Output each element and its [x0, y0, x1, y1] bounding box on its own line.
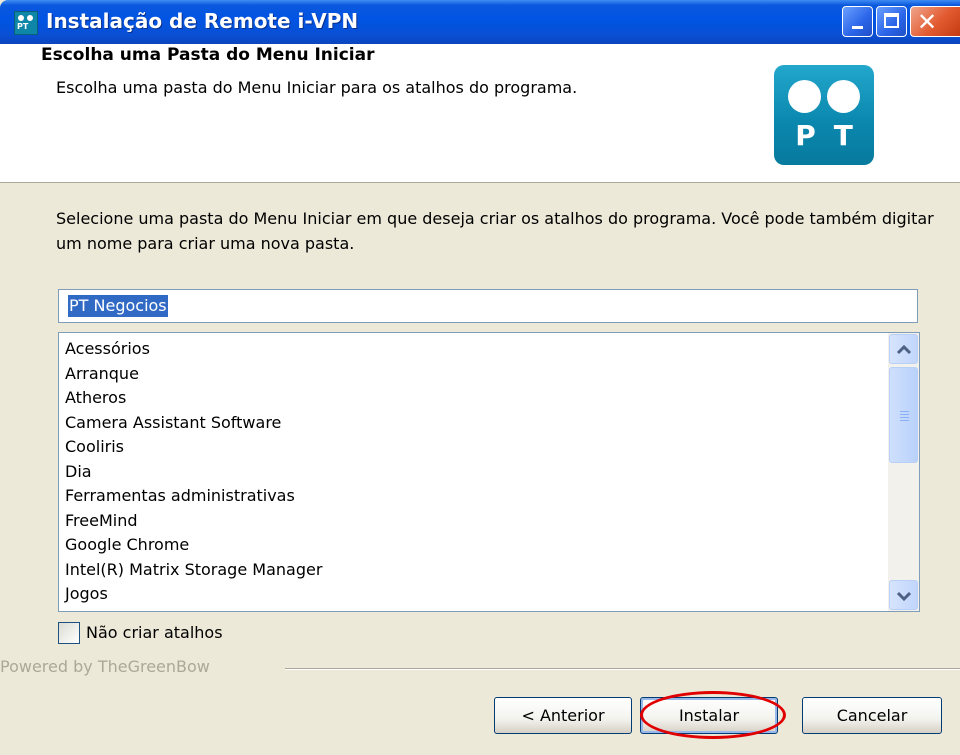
close-button[interactable]: ✕	[910, 6, 960, 37]
app-icon: PT	[14, 11, 38, 35]
list-item[interactable]: FreeMind	[65, 509, 322, 534]
list-item[interactable]: Jogos	[65, 582, 322, 607]
logo-letters: PT	[795, 119, 871, 152]
maximize-button[interactable]	[876, 6, 907, 37]
maximize-icon	[884, 13, 899, 28]
minimize-icon	[852, 26, 863, 29]
cancel-button[interactable]: Cancelar	[802, 697, 942, 734]
pt-logo: PT	[774, 65, 874, 165]
list-item[interactable]: Google Chrome	[65, 533, 322, 558]
list-scrollbar[interactable]	[888, 333, 919, 611]
list-item[interactable]: Atheros	[65, 386, 322, 411]
logo-circle-left	[788, 80, 821, 113]
no-shortcuts-checkbox[interactable]	[58, 622, 80, 644]
installer-window: PT Instalação de Remote i-VPN ✕ Escolha …	[0, 0, 960, 755]
close-icon: ✕	[917, 8, 938, 36]
minimize-button[interactable]	[842, 6, 873, 37]
list-item[interactable]: Camera Assistant Software	[65, 411, 322, 436]
list-item[interactable]: Acessórios	[65, 337, 322, 362]
folder-name-input[interactable]: PT Negocios	[58, 289, 918, 323]
folder-list[interactable]: Acessórios Arranque Atheros Camera Assistan…	[58, 332, 920, 612]
scroll-up-button[interactable]	[889, 334, 918, 364]
list-item[interactable]: Dia	[65, 460, 322, 485]
list-item[interactable]: Cooliris	[65, 435, 322, 460]
instructions-text: Selecione uma pasta do Menu Iniciar em q…	[56, 209, 934, 253]
logo-circle-right	[827, 80, 860, 113]
list-item[interactable]: Ferramentas administrativas	[65, 484, 322, 509]
list-item[interactable]: Arranque	[65, 362, 322, 387]
chevron-down-icon	[896, 591, 912, 602]
footer-divider	[285, 668, 960, 670]
list-item[interactable]: Intel(R) Matrix Storage Manager	[65, 558, 322, 583]
install-button[interactable]: Instalar	[640, 697, 778, 734]
powered-by-text: Powered by TheGreenBow	[0, 657, 210, 676]
scroll-thumb[interactable]	[889, 367, 918, 463]
no-shortcuts-label[interactable]: Não criar atalhos	[86, 622, 223, 644]
page-subtitle: Escolha uma pasta do Menu Iniciar para o…	[56, 78, 578, 97]
page-title: Escolha uma Pasta do Menu Iniciar	[41, 45, 375, 65]
window-title: Instalação de Remote i-VPN	[46, 9, 359, 33]
scroll-down-button[interactable]	[889, 580, 918, 610]
back-button[interactable]: < Anterior	[494, 697, 632, 734]
folder-list-items: Acessórios Arranque Atheros Camera Assistan…	[65, 337, 322, 607]
folder-name-value[interactable]: PT Negocios	[68, 295, 168, 317]
chevron-up-icon	[896, 344, 912, 355]
title-bar[interactable]: PT Instalação de Remote i-VPN ✕	[0, 0, 960, 44]
app-icon-text: PT	[17, 22, 29, 31]
